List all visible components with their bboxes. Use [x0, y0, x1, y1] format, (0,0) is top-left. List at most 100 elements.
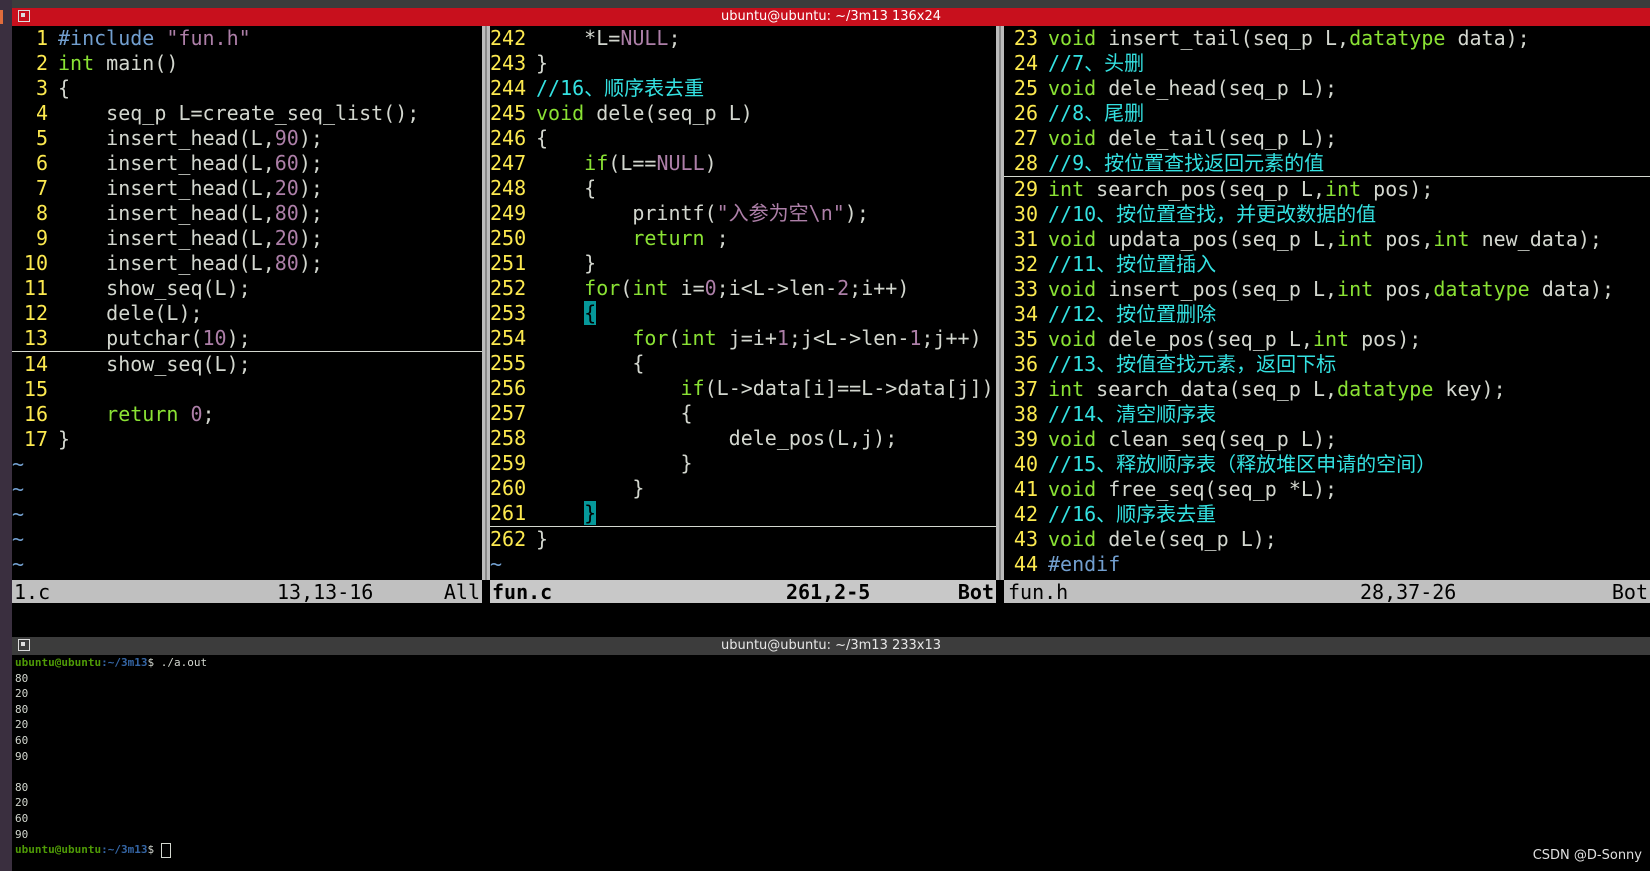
vertical-split-divider[interactable]	[482, 26, 490, 580]
code-line[interactable]: 246 {	[490, 126, 996, 151]
code-line[interactable]: 251 }	[490, 251, 996, 276]
code-line[interactable]: 260 }	[490, 476, 996, 501]
code-line[interactable]: 31 void updata_pos(seq_p L,int pos,int ne…	[1004, 227, 1650, 252]
code-text: putchar(10);	[106, 326, 251, 350]
code-line[interactable]: 26 //8、尾删	[1004, 101, 1650, 126]
code-line[interactable]: 17}	[12, 427, 482, 452]
output-line: 80	[15, 780, 29, 794]
code-line[interactable]: 37 int search_data(seq_p L,datatype key);	[1004, 377, 1650, 402]
code-text: int search_data(seq_p L,datatype key);	[1048, 377, 1506, 401]
output-line: 90	[15, 749, 29, 763]
code-line[interactable]: 41 void free_seq(seq_p *L);	[1004, 477, 1650, 502]
code-line[interactable]: 256 if(L->data[i]==L->data[j])	[490, 376, 996, 401]
code-line[interactable]: 12 dele(L);	[12, 301, 482, 326]
line-number: 32	[1013, 252, 1038, 276]
code-line[interactable]: 1 #include "fun.h"	[12, 26, 482, 51]
code-line[interactable]: 35 void dele_pos(seq_p L,int pos);	[1004, 327, 1650, 352]
code-line[interactable]: 39 void clean_seq(seq_p L);	[1004, 427, 1650, 452]
output-line: 20	[15, 687, 29, 701]
code-line[interactable]: 32 //11、按位置插入	[1004, 252, 1650, 277]
code-line[interactable]: 44 #endif	[1004, 552, 1650, 577]
line-number: 23	[1013, 26, 1038, 50]
editor-pane-middle[interactable]: 242 *L=NULL; 243} 244//16、顺序表去重 245 void del…	[490, 26, 996, 580]
code-line[interactable]: 23 void insert_tail(seq_p L,datatype data…	[1004, 26, 1650, 51]
code-text: //13、按值查找元素，返回下标	[1048, 352, 1337, 376]
code-line[interactable]: 244 //16、顺序表去重	[490, 76, 996, 101]
window-titlebar[interactable]: ubuntu@ubuntu: ~/3m13 233x13	[12, 637, 1650, 655]
code-line[interactable]: 42 //16、顺序表去重	[1004, 502, 1650, 527]
code-line[interactable]: 7 insert_head(L,20);	[12, 176, 482, 201]
line-number: 8	[35, 201, 48, 225]
code-line[interactable]: 29 int search_pos(seq_p L,int pos);	[1004, 177, 1650, 202]
code-line[interactable]: 259 }	[490, 451, 996, 476]
code-line[interactable]: 27 void dele_tail(seq_p L);	[1004, 126, 1650, 151]
code-line[interactable]: 36 //13、按值查找元素，返回下标	[1004, 352, 1650, 377]
code-line[interactable]: 245 void dele(seq_p L)	[490, 101, 996, 126]
code-line[interactable]: 34 //12、按位置删除	[1004, 302, 1650, 327]
code-line[interactable]: 3{	[12, 76, 482, 101]
code-line[interactable]: 43 void dele(seq_p L);	[1004, 527, 1650, 552]
code-line[interactable]: 30 //10、按位置查找，并更改数据的值	[1004, 202, 1650, 227]
code-line[interactable]: 242 *L=NULL;	[490, 26, 996, 51]
terminal-output[interactable]: ubuntu@ubuntu:~/3m13$ ./a.out 80 20 80 20 60…	[15, 655, 1650, 871]
program-output: 80 20 80 20 60 90 80 20 60 90	[15, 671, 1650, 843]
vertical-split-divider[interactable]	[996, 26, 1004, 580]
code-line[interactable]: 9 insert_head(L,20);	[12, 226, 482, 251]
code-line[interactable]: 24 //7、头删	[1004, 51, 1650, 76]
line-number: 40	[1013, 452, 1038, 476]
status-filename: fun.c	[492, 580, 553, 604]
code-line[interactable]: 257 {	[490, 401, 996, 426]
code-line[interactable]: 249 printf("入参为空\n");	[490, 201, 996, 226]
code-text: void dele_tail(seq_p L);	[1048, 126, 1338, 150]
code-line[interactable]: 250 return ;	[490, 226, 996, 251]
code-line[interactable]: 254 for(int j=i+1;j<L->len-1;j++)	[490, 326, 996, 351]
code-line[interactable]: 252 for(int i=0;i<L->len-2;i++)	[490, 276, 996, 301]
code-line[interactable]: 2 int main()	[12, 51, 482, 76]
code-line[interactable]: 16 return 0;	[12, 402, 482, 427]
command-text: ./a.out	[160, 656, 208, 669]
code-text: //8、尾删	[1048, 101, 1145, 125]
line-number: 35	[1013, 327, 1038, 351]
code-line[interactable]: 248 {	[490, 176, 996, 201]
code-line[interactable]: 261 }	[490, 501, 996, 527]
code-line[interactable]: 255 {	[490, 351, 996, 376]
code-text: return ;	[632, 226, 729, 250]
code-text: //11、按位置插入	[1048, 252, 1217, 276]
code-line[interactable]: 243}	[490, 51, 996, 76]
code-line[interactable]: 253 {	[490, 301, 996, 326]
code-text: }	[536, 451, 693, 475]
code-line[interactable]: 4 seq_p L=create_seq_list();	[12, 101, 482, 126]
code-text: {	[536, 126, 549, 150]
line-number: 16	[23, 402, 48, 426]
code-line[interactable]: 8 insert_head(L,80);	[12, 201, 482, 226]
code-line[interactable]: 33 void insert_pos(seq_p L,int pos,dataty…	[1004, 277, 1650, 302]
editor-pane-right[interactable]: 23 void insert_tail(seq_p L,datatype data…	[1004, 26, 1650, 580]
code-text: void insert_tail(seq_p L,datatype data);	[1048, 26, 1530, 50]
code-line[interactable]: 28 //9、按位置查找返回元素的值	[1004, 151, 1650, 177]
code-line[interactable]: 14 show_seq(L);	[12, 352, 482, 377]
code-line[interactable]: 258 dele_pos(L,j);	[490, 426, 996, 451]
code-line[interactable]: 247 if(L==NULL)	[490, 151, 996, 176]
code-line[interactable]: 15	[12, 377, 482, 402]
line-number: 244	[490, 76, 527, 100]
output-line: 80	[15, 702, 29, 716]
code-line[interactable]: 38 //14、清空顺序表	[1004, 402, 1650, 427]
line-number: 1	[35, 26, 48, 50]
code-line[interactable]: 6 insert_head(L,60);	[12, 151, 482, 176]
code-line[interactable]: 5 insert_head(L,90);	[12, 126, 482, 151]
code-line[interactable]: 13 putchar(10);	[12, 326, 482, 352]
prompt-line[interactable]: ubuntu@ubuntu:~/3m13$	[15, 842, 1650, 858]
code-line[interactable]: 262}	[490, 527, 996, 552]
code-text: insert_head(L,90);	[106, 126, 323, 150]
editor-pane-left[interactable]: 1 #include "fun.h" 2 int main() 3{4 seq_p L=…	[12, 26, 482, 580]
code-text: {	[536, 301, 597, 326]
window-titlebar[interactable]: ubuntu@ubuntu: ~/3m13 136x24	[12, 8, 1650, 26]
code-text: }	[536, 51, 549, 75]
code-line[interactable]: 10 insert_head(L,80);	[12, 251, 482, 276]
code-line[interactable]: 11 show_seq(L);	[12, 276, 482, 301]
code-text: }	[536, 476, 645, 500]
code-line[interactable]: 25 void dele_head(seq_p L);	[1004, 76, 1650, 101]
status-filename: fun.h	[1008, 580, 1069, 604]
code-line[interactable]: 40 //15、释放顺序表（释放堆区申请的空间）	[1004, 452, 1650, 477]
